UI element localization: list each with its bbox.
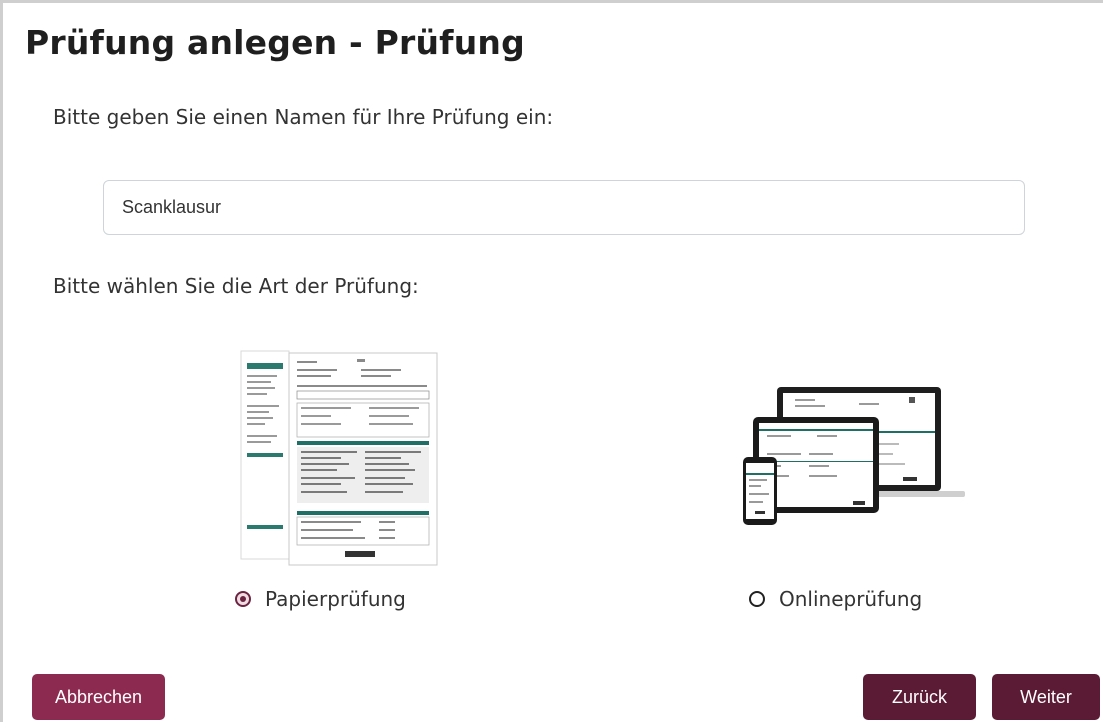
devices-icon[interactable] bbox=[729, 383, 965, 529]
next-button[interactable]: Weiter bbox=[992, 674, 1100, 720]
page-title: Prüfung anlegen - Prüfung bbox=[25, 23, 525, 62]
radio-label-paper: Papierprüfung bbox=[265, 587, 406, 611]
radio-paper[interactable] bbox=[235, 591, 251, 607]
radio-option-paper[interactable]: Papierprüfung bbox=[235, 587, 406, 611]
back-button[interactable]: Zurück bbox=[863, 674, 976, 720]
cancel-button[interactable]: Abbrechen bbox=[32, 674, 165, 720]
paper-exam-icon[interactable] bbox=[239, 349, 439, 567]
radio-option-online[interactable]: Onlineprüfung bbox=[749, 587, 922, 611]
exam-name-input[interactable] bbox=[103, 180, 1025, 235]
type-prompt: Bitte wählen Sie die Art der Prüfung: bbox=[53, 274, 419, 298]
radio-online[interactable] bbox=[749, 591, 765, 607]
dialog-frame: Prüfung anlegen - Prüfung Bitte geben Si… bbox=[0, 0, 1103, 722]
radio-label-online: Onlineprüfung bbox=[779, 587, 923, 611]
name-prompt: Bitte geben Sie einen Namen für Ihre Prü… bbox=[53, 105, 554, 129]
